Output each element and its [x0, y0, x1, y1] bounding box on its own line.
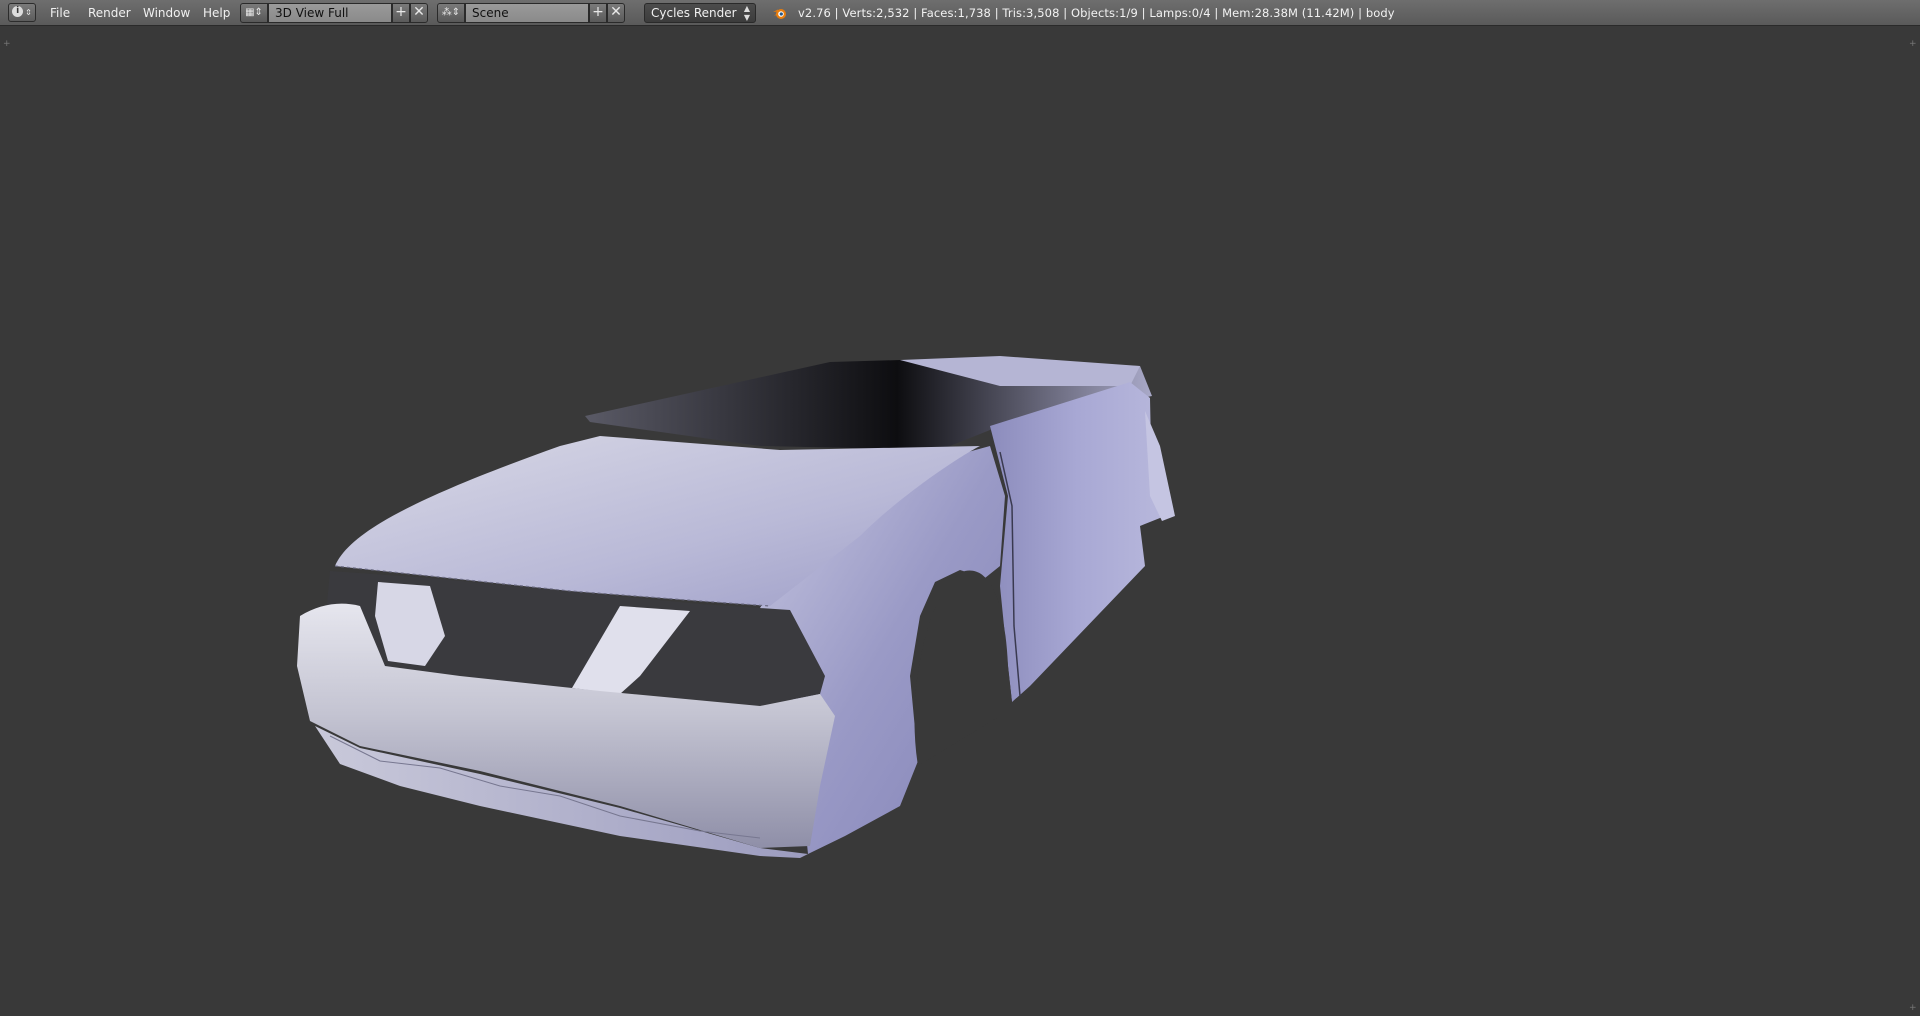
menu-window[interactable]: Window — [143, 0, 190, 26]
car-body-mesh[interactable] — [0, 26, 1920, 1016]
add-scene-button[interactable]: + — [589, 3, 607, 23]
plus-icon: + — [395, 4, 407, 20]
menu-render[interactable]: Render — [88, 0, 131, 26]
plus-icon: + — [592, 4, 604, 20]
editor-type-selector[interactable]: i ⇕ — [8, 3, 36, 22]
scene-field[interactable]: Scene — [465, 3, 589, 23]
info-icon: i — [12, 5, 24, 17]
3d-viewport[interactable]: + + + — [0, 26, 1920, 1016]
remove-scene-button[interactable]: ✕ — [607, 3, 625, 23]
menu-help[interactable]: Help — [203, 0, 230, 26]
chevron-updown-icon: ▲ ▼ — [743, 4, 750, 22]
scene-icon[interactable]: ⁂⇕ — [437, 3, 465, 23]
blender-logo-icon — [773, 9, 786, 19]
render-engine-dropdown[interactable]: Cycles Render ▲ ▼ — [644, 3, 756, 23]
info-header: i ⇕ File Render Window Help ▦⇕ 3D View Fu… — [0, 0, 1920, 26]
screen-layout-icon[interactable]: ▦⇕ — [240, 3, 268, 23]
render-engine-label: Cycles Render — [651, 6, 737, 20]
menu-file[interactable]: File — [50, 0, 70, 26]
screen-layout-field[interactable]: 3D View Full — [268, 3, 392, 23]
scene-statistics: v2.76 | Verts:2,532 | Faces:1,738 | Tris… — [798, 6, 1395, 20]
add-layout-button[interactable]: + — [392, 3, 410, 23]
close-icon: ✕ — [610, 4, 622, 20]
close-icon: ✕ — [413, 4, 425, 20]
wheel-arch — [914, 570, 1012, 766]
remove-layout-button[interactable]: ✕ — [410, 3, 428, 23]
